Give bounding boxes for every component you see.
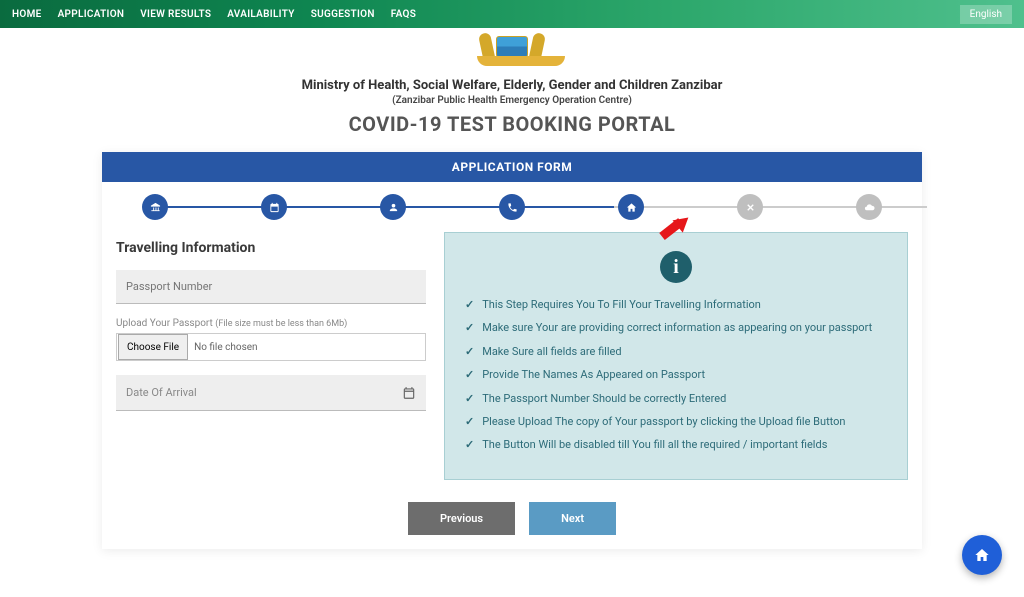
next-button[interactable]: Next bbox=[529, 502, 616, 535]
step-4[interactable] bbox=[499, 194, 525, 220]
nav-availability[interactable]: AVAILABILITY bbox=[227, 9, 294, 20]
nav-home[interactable]: HOME bbox=[12, 9, 42, 20]
page-header: Ministry of Health, Social Welfare, Elde… bbox=[0, 28, 1024, 144]
tip-item: ✓This Step Requires You To Fill Your Tra… bbox=[465, 297, 887, 312]
home-icon bbox=[626, 202, 637, 213]
ministry-title: Ministry of Health, Social Welfare, Elde… bbox=[0, 78, 1024, 93]
tips-list: ✓This Step Requires You To Fill Your Tra… bbox=[465, 297, 887, 453]
calendar-icon bbox=[269, 202, 280, 213]
check-icon: ✓ bbox=[465, 344, 474, 359]
form-footer: Previous Next bbox=[102, 494, 922, 549]
home-icon bbox=[974, 547, 990, 563]
nav-application[interactable]: APPLICATION bbox=[58, 9, 125, 20]
x-icon bbox=[745, 202, 756, 213]
pointer-arrow bbox=[657, 222, 691, 248]
step-7 bbox=[856, 194, 882, 220]
stepper bbox=[102, 182, 922, 232]
check-icon: ✓ bbox=[465, 297, 474, 312]
home-fab-button[interactable] bbox=[962, 535, 1002, 575]
passport-number-input[interactable] bbox=[116, 270, 426, 304]
nav-view-results[interactable]: VIEW RESULTS bbox=[140, 9, 211, 20]
date-placeholder: Date Of Arrival bbox=[126, 386, 197, 399]
coat-of-arms-icon bbox=[477, 34, 547, 74]
upload-label: Upload Your Passport (File size must be … bbox=[116, 318, 426, 329]
previous-button[interactable]: Previous bbox=[408, 502, 515, 535]
info-panel: i ✓This Step Requires You To Fill Your T… bbox=[444, 232, 908, 480]
tip-item: ✓Make Sure all fields are filled bbox=[465, 344, 887, 359]
step-1[interactable] bbox=[142, 194, 168, 220]
tip-item: ✓Make sure Your are providing correct in… bbox=[465, 320, 887, 335]
check-icon: ✓ bbox=[465, 320, 474, 335]
check-icon: ✓ bbox=[465, 367, 474, 382]
cloud-icon bbox=[864, 202, 875, 213]
date-of-arrival-input[interactable]: Date Of Arrival bbox=[116, 375, 426, 411]
tip-item: ✓Provide The Names As Appeared on Passpo… bbox=[465, 367, 887, 382]
file-input-wrapper[interactable]: Choose File No file chosen bbox=[116, 333, 426, 361]
info-icon: i bbox=[660, 251, 692, 283]
file-status-text: No file chosen bbox=[194, 342, 258, 353]
tip-item: ✓The Passport Number Should be correctly… bbox=[465, 391, 887, 406]
top-navbar: HOME APPLICATION VIEW RESULTS AVAILABILI… bbox=[0, 0, 1024, 28]
step-6 bbox=[737, 194, 763, 220]
nav-suggestion[interactable]: SUGGESTION bbox=[311, 9, 375, 20]
check-icon: ✓ bbox=[465, 391, 474, 406]
bank-icon bbox=[150, 202, 161, 213]
language-button[interactable]: English bbox=[960, 5, 1012, 24]
step-3[interactable] bbox=[380, 194, 406, 220]
form-left-column: Travelling Information Upload Your Passp… bbox=[116, 232, 426, 480]
calendar-picker-icon[interactable] bbox=[402, 386, 416, 400]
form-container: APPLICATION FORM Travelling Information … bbox=[102, 152, 922, 549]
portal-title: COVID-19 TEST BOOKING PORTAL bbox=[0, 112, 1024, 136]
form-banner: APPLICATION FORM bbox=[102, 152, 922, 182]
phone-icon bbox=[507, 202, 518, 213]
step-5-current[interactable] bbox=[618, 194, 644, 220]
section-heading: Travelling Information bbox=[116, 240, 426, 256]
nav-links: HOME APPLICATION VIEW RESULTS AVAILABILI… bbox=[12, 9, 416, 20]
step-2[interactable] bbox=[261, 194, 287, 220]
check-icon: ✓ bbox=[465, 437, 474, 452]
nav-faqs[interactable]: FAQS bbox=[391, 9, 416, 20]
check-icon: ✓ bbox=[465, 414, 474, 429]
user-icon bbox=[388, 202, 399, 213]
tip-item: ✓The Button Will be disabled till You fi… bbox=[465, 437, 887, 452]
ministry-subtitle: (Zanzibar Public Health Emergency Operat… bbox=[0, 95, 1024, 106]
choose-file-button[interactable]: Choose File bbox=[118, 334, 188, 360]
tip-item: ✓Please Upload The copy of Your passport… bbox=[465, 414, 887, 429]
